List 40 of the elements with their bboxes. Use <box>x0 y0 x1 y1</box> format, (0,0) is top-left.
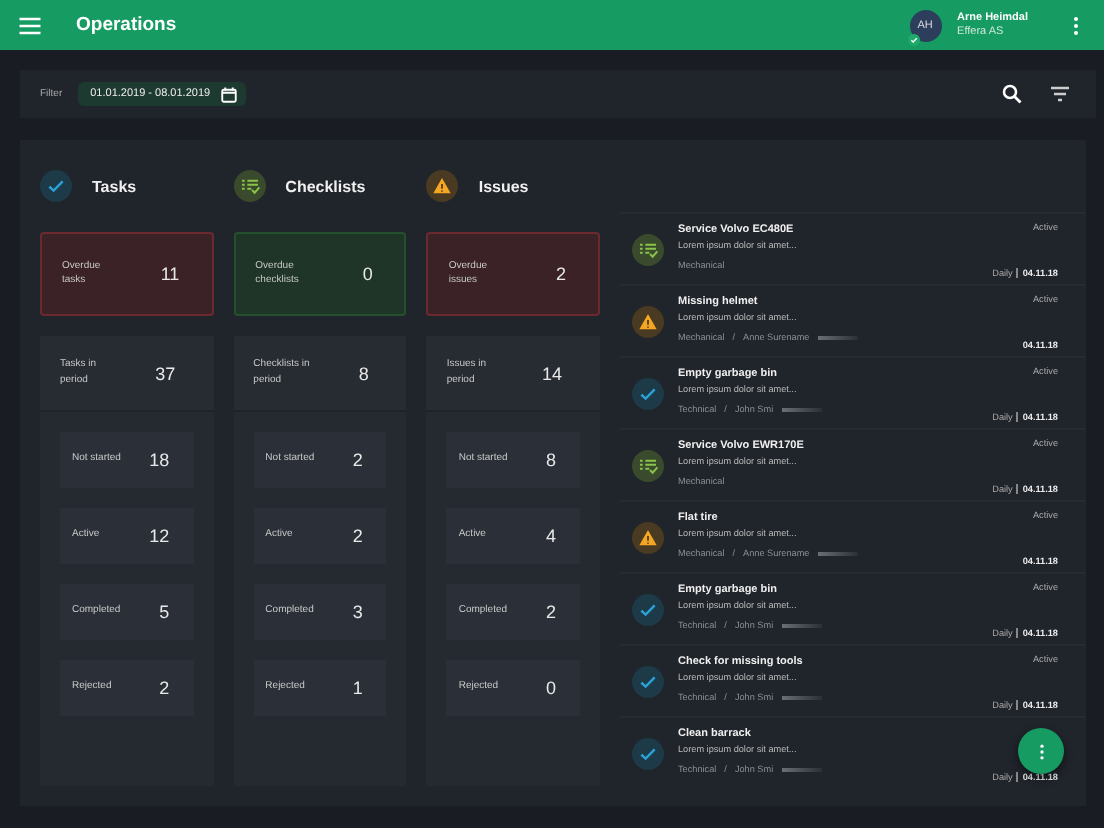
warning-icon <box>632 305 664 337</box>
redacted-mark <box>781 408 822 413</box>
check-icon <box>632 737 664 769</box>
warning-icon <box>426 170 459 202</box>
checklist-icon <box>632 233 664 265</box>
status-count: 2 <box>352 526 363 546</box>
period-count: 14 <box>542 363 563 383</box>
status-count: 0 <box>546 678 557 698</box>
status-count: 4 <box>546 526 557 546</box>
overdue-count: 11 <box>160 264 180 284</box>
checklist-icon <box>233 170 266 202</box>
status-count: 18 <box>149 450 170 470</box>
status-count: 3 <box>352 602 363 622</box>
check-icon <box>40 170 72 202</box>
warning-icon <box>632 521 664 553</box>
redacted-mark <box>781 768 822 773</box>
period-count: 8 <box>358 363 369 383</box>
redacted-mark <box>781 696 822 701</box>
period-count: 37 <box>155 363 176 383</box>
overdue-count: 2 <box>556 264 567 284</box>
category-title: Checklists <box>285 177 366 195</box>
status-count: 12 <box>149 526 170 546</box>
status-count: 2 <box>159 678 170 698</box>
overdue-count: 0 <box>362 264 373 284</box>
check-icon <box>632 377 664 409</box>
redacted-mark <box>817 336 858 341</box>
checklist-icon <box>632 449 664 481</box>
status-count: 5 <box>159 602 170 622</box>
page-title: Operations <box>76 14 177 36</box>
status-count: 2 <box>546 602 557 622</box>
status-count: 1 <box>352 678 363 698</box>
category-title: Issues <box>478 177 529 195</box>
redacted-mark <box>817 552 858 557</box>
status-count: 2 <box>352 450 363 470</box>
category-title: Tasks <box>92 177 137 195</box>
check-icon <box>632 593 664 625</box>
check-icon <box>632 665 664 697</box>
status-count: 8 <box>546 450 557 470</box>
calendar-icon[interactable] <box>220 85 239 103</box>
redacted-mark <box>781 624 822 629</box>
